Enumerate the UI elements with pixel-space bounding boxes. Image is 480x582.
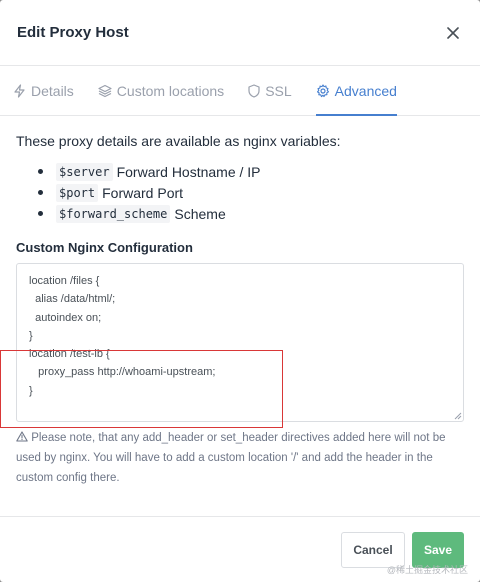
tab-bar: Details Custom locations SSL Advanced (0, 66, 480, 116)
tab-ssl-label: SSL (265, 82, 292, 99)
config-line: location /test-lb { (29, 348, 110, 361)
shield-icon (248, 83, 260, 98)
header-note: Please note, that any add_header or set_… (16, 428, 464, 488)
variable-desc: Forward Port (102, 184, 184, 201)
warning-icon (16, 431, 28, 442)
list-item: $port Forward Port (38, 182, 464, 203)
tab-ssl[interactable]: SSL (248, 67, 292, 116)
variable-code: $port (56, 183, 99, 202)
tab-custom-locations-label: Custom locations (116, 82, 225, 99)
advanced-panel: These proxy details are available as ngi… (0, 116, 480, 488)
config-line: proxy_pass http://whoami-upstream; (29, 366, 216, 379)
config-line: alias /data/html/; (29, 293, 116, 306)
tab-advanced-label: Advanced (334, 82, 397, 99)
config-line: } (29, 384, 33, 397)
watermark: @稀土掘金技术社区 (386, 565, 468, 575)
tab-details[interactable]: Details (13, 67, 74, 116)
tab-advanced[interactable]: Advanced (315, 67, 397, 116)
close-icon (447, 26, 459, 39)
variable-desc: Forward Hostname / IP (116, 163, 261, 180)
close-button[interactable] (442, 22, 464, 44)
variable-code: $forward_scheme (56, 204, 171, 223)
variable-code: $server (56, 162, 113, 181)
resize-handle-icon[interactable] (454, 412, 462, 420)
config-line: } (29, 329, 33, 342)
list-item: $server Forward Hostname / IP (38, 161, 464, 182)
config-label: Custom Nginx Configuration (16, 240, 193, 255)
variables-intro: These proxy details are available as ngi… (16, 133, 341, 149)
list-item: $forward_scheme Scheme (38, 203, 464, 224)
variable-desc: Scheme (174, 205, 226, 222)
variables-list: $server Forward Hostname / IP $port Forwar… (16, 161, 464, 224)
config-line: location /files { (29, 275, 100, 287)
tab-custom-locations[interactable]: Custom locations (98, 67, 224, 116)
edit-proxy-host-dialog: Edit Proxy Host Details Custom locations… (0, 0, 480, 582)
gear-icon (316, 83, 329, 97)
bolt-icon (14, 83, 25, 98)
header-note-text: Please note, that any add_header or set_… (16, 432, 446, 484)
config-line: autoindex on; (29, 311, 102, 324)
dialog-header: Edit Proxy Host (0, 0, 480, 66)
nginx-config-textarea[interactable]: location /files { alias /data/html/; aut… (16, 263, 464, 422)
tab-details-label: Details (31, 82, 74, 99)
dialog-title: Edit Proxy Host (17, 24, 129, 41)
layers-icon (98, 84, 112, 97)
